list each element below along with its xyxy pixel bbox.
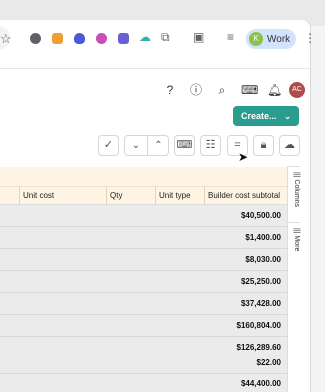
kebab-icon[interactable]: ⋮ — [304, 31, 316, 45]
table-row[interactable]: $25,250.00 — [0, 271, 287, 293]
create-button[interactable]: Create... ⌄ — [233, 106, 299, 126]
profile-button[interactable]: K Work — [246, 29, 296, 49]
builder-cost-subtotal-cell: $126,289.60 — [236, 343, 282, 352]
columns-tab-label: Columns — [293, 179, 300, 208]
table-row[interactable]: $22.00 — [0, 352, 287, 374]
mouse-cursor-icon: ➤ — [238, 150, 249, 164]
builder-cost-subtotal-cell: $37,428.00 — [240, 299, 281, 308]
table-row[interactable]: $40,500.00 — [0, 205, 287, 227]
more-tab-label: More — [293, 235, 300, 252]
column-header-builder-cost-subtotal[interactable]: Builder cost subtotal — [208, 191, 280, 200]
column-header-unit-type[interactable]: Unit type — [159, 191, 191, 200]
table-row[interactable]: $8,030.00 — [0, 249, 287, 271]
messages-icon[interactable]: ⌨ — [241, 83, 258, 97]
screen: ☆ ☁ ⧉ ▣ ≡ K Work ⋮ ? ⓘ ⌕ ⌨ 🔔︎ AC Create.… — [0, 0, 325, 392]
builder-cost-subtotal-cell: $25,250.00 — [240, 277, 281, 286]
create-button-label: Create... — [241, 111, 277, 121]
side-panel-top-border — [287, 166, 300, 167]
columns-tab[interactable]: ||| Columns — [287, 172, 300, 207]
table-row[interactable]: $160,804.00 — [0, 315, 287, 337]
check-circle-button[interactable]: ✓ — [98, 135, 119, 156]
builder-cost-subtotal-cell: $1,400.00 — [245, 233, 281, 242]
chevron-up-icon[interactable]: ⌃ — [147, 136, 169, 155]
profile-label: Work — [267, 33, 291, 45]
info-icon[interactable]: ⓘ — [189, 83, 203, 97]
builder-cost-subtotal-cell: $44,400.00 — [240, 379, 281, 388]
extension-5-icon[interactable] — [118, 33, 129, 44]
chevron-down-icon[interactable]: ⌄ — [125, 136, 147, 155]
keyboard-button[interactable]: ⌨ — [174, 135, 195, 156]
column-header-row: Unit cost Qty Unit type Builder cost sub… — [0, 187, 287, 205]
search-icon[interactable]: ⌕ — [215, 83, 229, 97]
column-header-unit-cost[interactable]: Unit cost — [23, 191, 54, 200]
lock-button[interactable]: 🔒︎ — [253, 135, 274, 156]
notifications-bell-icon[interactable]: 🔔︎ — [267, 83, 282, 97]
more-icon: ||| — [293, 228, 300, 234]
table-row[interactable]: $37,428.00 — [0, 293, 287, 315]
side-tab-divider — [287, 222, 300, 223]
cloud-extension-icon[interactable]: ☁ — [139, 30, 151, 44]
reading-list-icon[interactable]: ≡ — [227, 30, 234, 44]
column-separator[interactable] — [19, 187, 20, 205]
chevron-down-icon: ⌄ — [284, 111, 291, 121]
toolbar-divider — [0, 68, 310, 69]
builder-cost-subtotal-cell: $40,500.00 — [240, 211, 281, 220]
profile-avatar: K — [249, 32, 263, 46]
row-navigation-group: ⌄ ⌃ — [124, 135, 169, 156]
columns-icon: ||| — [293, 172, 300, 178]
user-avatar[interactable]: AC — [289, 82, 305, 98]
side-panel-icon[interactable]: ▣ — [193, 30, 204, 44]
table-row[interactable]: $44,400.00 — [0, 374, 287, 392]
column-header-qty[interactable]: Qty — [110, 191, 122, 200]
extension-4-icon[interactable] — [96, 33, 107, 44]
builder-cost-subtotal-cell: $160,804.00 — [236, 321, 282, 330]
grid-banner — [0, 167, 287, 187]
cloud-download-button[interactable]: ☁ — [279, 135, 300, 156]
column-separator[interactable] — [106, 187, 107, 205]
table-row[interactable]: $1,400.00 — [0, 227, 287, 249]
puzzle-extensions-icon[interactable]: ⧉ — [161, 30, 170, 45]
column-separator[interactable] — [155, 187, 156, 205]
more-tab[interactable]: ||| More — [287, 228, 300, 251]
bookmark-star-icon[interactable]: ☆ — [0, 31, 12, 47]
extension-2-icon[interactable] — [52, 33, 63, 44]
builder-cost-subtotal-cell: $22.00 — [256, 358, 281, 367]
help-chat-icon[interactable]: ? — [163, 83, 177, 97]
extension-3-icon[interactable] — [74, 33, 85, 44]
column-separator[interactable] — [204, 187, 205, 205]
builder-cost-subtotal-cell: $8,030.00 — [245, 255, 281, 264]
extension-1-icon[interactable] — [30, 33, 41, 44]
filter-sliders-button[interactable]: ☷ — [200, 135, 221, 156]
